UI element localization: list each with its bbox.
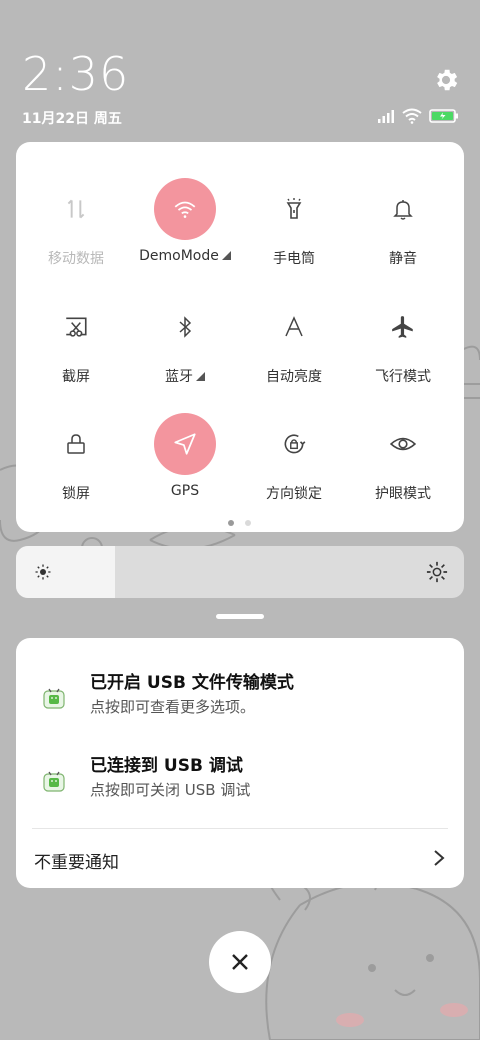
notification-subtitle: 点按即可关闭 USB 调试 [90, 781, 251, 799]
screenshot-icon [66, 317, 87, 337]
airplane-icon [392, 316, 413, 338]
tile-icon-wrap [45, 178, 107, 240]
tile-gps[interactable]: GPS [129, 387, 241, 505]
tile-mute[interactable]: 静音 [347, 152, 459, 270]
wifi-status-icon [402, 108, 422, 124]
mobile-data-icon [67, 199, 85, 219]
tile-wifi[interactable]: DemoMode [129, 152, 241, 270]
tile-label: 移动数据 [48, 251, 104, 267]
tile-label-text: 蓝牙 [165, 369, 193, 385]
auto-brightness-icon [285, 316, 303, 337]
tile-icon-wrap [154, 178, 216, 240]
drag-handle[interactable] [216, 614, 264, 619]
notification-panel: 已开启 USB 文件传输模式 点按即可查看更多选项。 已连接到 USB 调试 点… [16, 638, 464, 888]
tile-auto-brightness[interactable]: 自动亮度 [238, 270, 350, 388]
bell-icon [393, 200, 413, 220]
tile-airplane[interactable]: 飞行模式 [347, 270, 459, 388]
tile-label: 自动亮度 [266, 369, 322, 385]
tile-icon-wrap [154, 413, 216, 475]
signal-icon [378, 110, 394, 123]
notification-title: 已连接到 USB 调试 [90, 756, 243, 776]
tile-label: 护眼模式 [375, 486, 431, 502]
tile-icon-wrap [263, 413, 325, 475]
tile-icon-wrap [263, 296, 325, 358]
lock-icon [67, 434, 85, 454]
android-icon [43, 771, 65, 792]
tile-eye-care[interactable]: 护眼模式 [347, 387, 459, 505]
rotation-lock-icon [284, 434, 306, 454]
eye-icon [389, 437, 417, 451]
clock-time[interactable]: 2:36 [22, 46, 129, 102]
notification-usb-transfer[interactable]: 已开启 USB 文件传输模式 点按即可查看更多选项。 [16, 668, 464, 738]
flashlight-icon [286, 198, 302, 219]
bluetooth-icon [179, 316, 192, 338]
quick-settings-panel: 移动数据 DemoMode 手电筒 静音 截屏 蓝牙 自动亮度 飞行模式 锁屏 … [16, 142, 464, 532]
tile-icon-wrap [154, 296, 216, 358]
wifi-icon [174, 201, 196, 218]
android-icon [43, 688, 65, 709]
tile-label: 蓝牙 [129, 366, 241, 386]
page-dot[interactable] [245, 520, 251, 526]
tile-lock-screen[interactable]: 锁屏 [20, 387, 132, 505]
notification-title: 已开启 USB 文件传输模式 [90, 673, 294, 693]
tile-icon-wrap [45, 413, 107, 475]
brightness-slider[interactable] [16, 546, 464, 598]
location-icon [174, 433, 196, 455]
brightness-high-icon [426, 561, 448, 583]
tile-icon-wrap [45, 296, 107, 358]
settings-gear-icon[interactable] [432, 66, 460, 94]
tile-label: 静音 [389, 251, 417, 267]
tile-label: 锁屏 [62, 486, 90, 502]
brightness-low-icon [35, 564, 51, 580]
expand-caret-icon [221, 251, 231, 260]
battery-icon [429, 109, 458, 123]
tile-icon-wrap [372, 413, 434, 475]
tile-label: GPS [170, 483, 200, 499]
brightness-slider-fill [16, 546, 115, 598]
tile-label: 飞行模式 [375, 369, 431, 385]
tile-label: 手电筒 [273, 251, 315, 267]
chevron-right-icon[interactable] [432, 848, 446, 868]
tile-label: 方向锁定 [266, 486, 322, 502]
tile-icon-wrap [263, 178, 325, 240]
clear-all-button[interactable] [209, 931, 271, 993]
notification-usb-debugging[interactable]: 已连接到 USB 调试 点按即可关闭 USB 调试 [16, 751, 464, 821]
tile-flashlight[interactable]: 手电筒 [238, 152, 350, 270]
tile-label-text: DemoMode [139, 248, 219, 264]
tile-icon-wrap [372, 178, 434, 240]
tile-label: 截屏 [62, 369, 90, 385]
tile-icon-wrap [372, 296, 434, 358]
tile-mobile-data[interactable]: 移动数据 [20, 152, 132, 270]
page-dot-active[interactable] [228, 520, 234, 526]
close-icon [232, 954, 248, 970]
tile-rotation-lock[interactable]: 方向锁定 [238, 387, 350, 505]
expand-caret-icon [196, 372, 205, 381]
tile-screenshot[interactable]: 截屏 [20, 270, 132, 388]
unimportant-notifications-link[interactable]: 不重要通知 [34, 848, 119, 873]
date-label[interactable]: 11月22日 周五 [22, 108, 122, 128]
divider [32, 828, 448, 829]
tile-label: DemoMode [129, 248, 241, 264]
notification-subtitle: 点按即可查看更多选项。 [90, 698, 256, 716]
tile-bluetooth[interactable]: 蓝牙 [129, 270, 241, 388]
